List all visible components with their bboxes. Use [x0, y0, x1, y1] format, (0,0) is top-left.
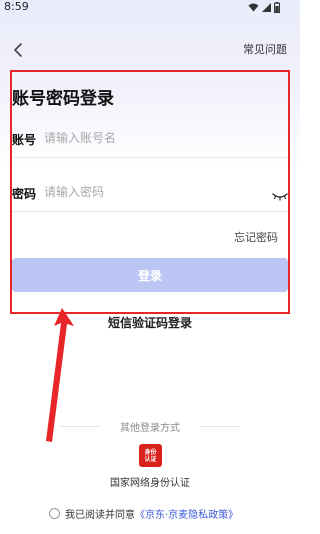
back-button[interactable]	[10, 40, 28, 60]
divider-line-right	[200, 426, 240, 427]
other-login-label: 其他登录方式	[120, 423, 180, 434]
agreement-row: 我已阅读并同意 《京东·京麦隐私政策》	[49, 506, 238, 521]
annotation-highlight-box	[10, 70, 290, 314]
status-bar: 8:59	[0, 0, 300, 16]
battery-icon	[274, 2, 280, 13]
signal-icon	[262, 3, 271, 12]
gov-icon-text-bottom: 认证	[144, 455, 157, 463]
privacy-policy-link[interactable]: 《京东·京麦隐私政策》	[135, 506, 238, 521]
gov-id-auth-icon[interactable]: 身份 认证	[139, 444, 162, 467]
chevron-left-icon	[14, 43, 22, 57]
gov-icon-text-top: 身份	[144, 448, 157, 456]
wifi-icon	[248, 3, 259, 12]
faq-link[interactable]: 常见问题	[243, 41, 287, 57]
status-time: 8:59	[4, 0, 29, 13]
agreement-checkbox[interactable]	[49, 508, 60, 519]
status-icons	[248, 2, 280, 13]
gov-id-auth-label[interactable]: 国家网络身份认证	[0, 474, 300, 489]
other-login-divider: 其他登录方式	[0, 419, 300, 434]
agreement-text: 我已阅读并同意	[65, 510, 135, 521]
